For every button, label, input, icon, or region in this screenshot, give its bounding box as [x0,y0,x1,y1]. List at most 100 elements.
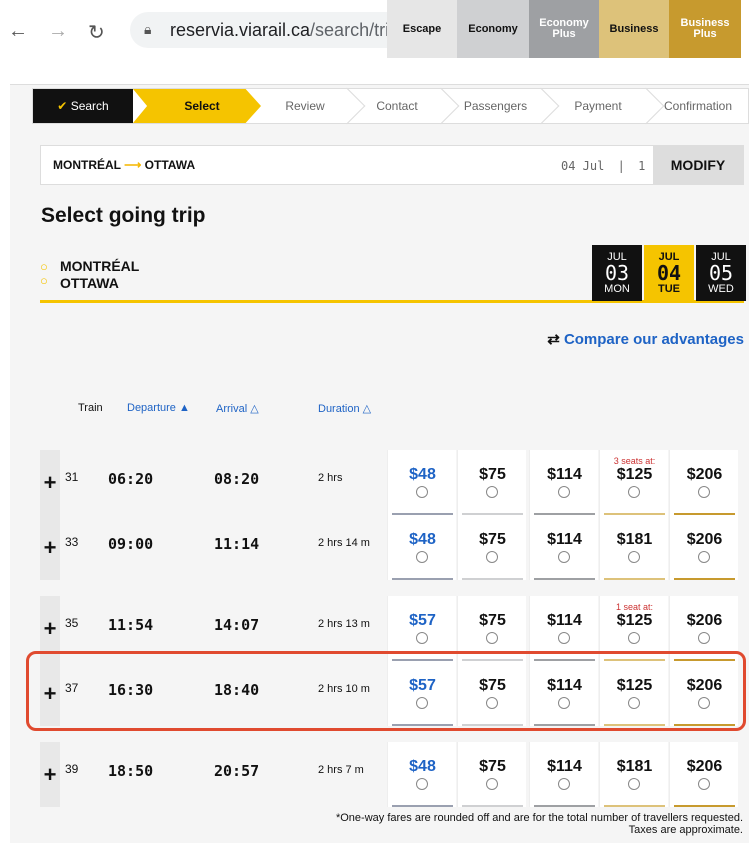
date-jul-05[interactable]: JUL 05 WED [696,245,746,301]
fare-price: $206 [686,758,723,775]
departure-time: 18:50 [108,762,154,780]
arrival-time: 14:07 [214,616,260,634]
fare-radio[interactable] [416,778,428,790]
class-underline [674,805,735,807]
class-economy: Economy [457,0,529,58]
fare-radio[interactable] [416,551,428,563]
class-underline [674,578,735,580]
class-underline [392,578,453,580]
back-arrow-icon[interactable]: ← [8,20,28,43]
route-line-icon: ○ ○ [40,259,48,288]
fare-footnote: *One-way fares are rounded off and are f… [335,812,743,836]
fare-cell[interactable]: $114 [529,450,598,515]
departure-time: 11:54 [108,616,154,634]
fare-price: $75 [479,531,506,548]
table-header-left: Train Departure ▲ Arrival △ Duration △ [40,378,387,436]
fare-radio[interactable] [486,551,498,563]
fare-radio[interactable] [486,486,498,498]
seats-note: 1 seat at: [615,602,654,612]
fare-radio[interactable] [698,486,710,498]
class-underline [604,578,665,580]
class-business: Business [599,0,669,58]
fare-radio[interactable] [558,778,570,790]
arrow-right-icon: ⟶ [124,158,142,172]
step-select[interactable]: Select [133,89,261,123]
fare-radio[interactable] [628,778,640,790]
class-underline [462,805,523,807]
fare-price: $114 [547,466,582,483]
fare-radio[interactable] [416,632,428,644]
page-title: Select going trip [41,204,206,227]
swap-arrows-icon: ⇄ [547,331,560,348]
fare-radio[interactable] [558,551,570,563]
fare-price: $57 [409,612,436,629]
fare-price: $206 [686,612,723,629]
fare-cell[interactable]: $206 [669,742,738,807]
class-escape: Escape [387,0,457,58]
fare-cell[interactable]: $48 [387,515,456,580]
departure-time: 09:00 [108,535,154,553]
fare-radio[interactable] [486,778,498,790]
train-number: 35 [65,616,79,630]
fare-radio[interactable] [628,551,640,563]
fare-cell[interactable]: $181 [599,742,668,807]
fare-cell[interactable]: $75 [457,515,526,580]
fare-radio[interactable] [558,632,570,644]
table-row: +31 06:20 08:20 2 hrs $48 $75 $114 3 seats at: $… [40,450,746,515]
fare-cell[interactable]: $48 [387,450,456,515]
fare-radio[interactable] [698,551,710,563]
fare-radio[interactable] [486,632,498,644]
station-list: ○ ○ MONTRÉAL OTTAWA [40,258,139,292]
duration: 2 hrs 13 m [318,618,370,630]
date-jul-04[interactable]: JUL 04 TUE [644,245,694,301]
progress-steps: ✔ Search Select Review Contact Passenger… [32,87,749,125]
fare-price: $181 [616,531,653,548]
fare-cell[interactable]: $75 [457,742,526,807]
step-search[interactable]: ✔ Search [33,89,133,123]
step-confirmation[interactable]: Confirmation [648,89,748,123]
fare-price: $125 [616,612,653,629]
expand-plus-icon[interactable]: + [40,742,60,807]
fare-price: $75 [479,612,506,629]
date-jul-03[interactable]: JUL 03 MON [592,245,642,301]
train-number: 31 [65,470,79,484]
fare-cell[interactable]: $114 [529,515,598,580]
fare-price: $181 [616,758,653,775]
fare-price: $114 [547,612,582,629]
fare-radio[interactable] [698,778,710,790]
class-underline [534,578,595,580]
fare-cell[interactable]: $206 [669,515,738,580]
fare-price: $125 [616,466,653,483]
compare-advantages-link[interactable]: ⇄ Compare our advantages [547,330,744,348]
table-row: +33 09:00 11:14 2 hrs 14 m $48 $75 $114 $181 $20… [40,515,746,580]
lock-icon: 🔒︎ [144,21,152,37]
reload-icon[interactable]: ↻ [88,20,105,45]
expand-plus-icon[interactable]: + [40,515,60,580]
fare-radio[interactable] [558,486,570,498]
fare-radio[interactable] [416,486,428,498]
duration: 2 hrs [318,472,343,484]
selected-row-highlight [26,651,746,731]
fare-radio[interactable] [698,632,710,644]
forward-arrow-icon[interactable]: → [48,20,68,43]
col-duration[interactable]: Duration △ [318,402,371,415]
expand-plus-icon[interactable]: + [40,450,60,515]
fare-radio[interactable] [628,486,640,498]
fare-cell[interactable]: 3 seats at: $125 [599,450,668,515]
col-arrival[interactable]: Arrival △ [216,402,259,415]
class-business-plus: Business Plus [669,0,741,58]
fare-cell[interactable]: $181 [599,515,668,580]
modify-button[interactable]: MODIFY [653,146,743,184]
fare-cell[interactable]: $75 [457,450,526,515]
fare-price: $48 [409,466,436,483]
col-departure[interactable]: Departure ▲ [127,402,190,414]
fare-cell[interactable]: $114 [529,742,598,807]
table-row: +39 18:50 20:57 2 hrs 7 m $48 $75 $114 $181 $206 [40,742,746,807]
fare-cell[interactable]: $206 [669,450,738,515]
check-icon: ✔ [57,99,68,113]
fare-price: $114 [547,758,582,775]
arrival-time: 20:57 [214,762,260,780]
fare-cell[interactable]: $48 [387,742,456,807]
class-underline [604,805,665,807]
fare-radio[interactable] [628,632,640,644]
